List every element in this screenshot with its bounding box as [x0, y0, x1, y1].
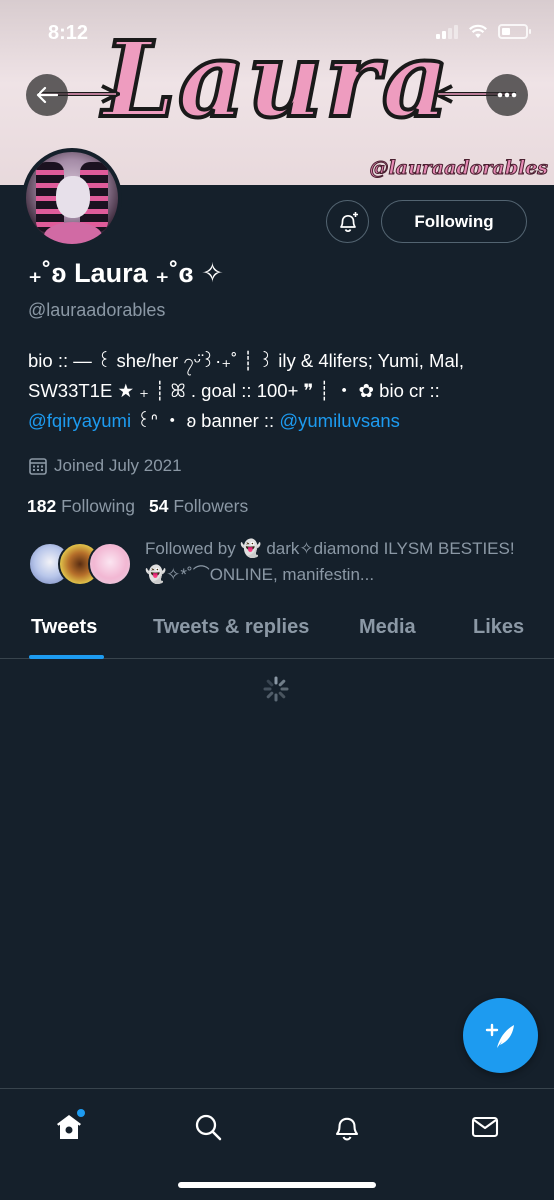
tab-media[interactable]: Media: [359, 616, 416, 639]
nav-notifications[interactable]: [325, 1105, 369, 1149]
followers-count: 54: [149, 496, 169, 516]
followed-by-text: Followed by 👻 dark✧diamond ILYSM BESTIES…: [145, 539, 515, 584]
status-bar: 8:12: [0, 0, 554, 60]
profile-tabs: Tweets Tweets & replies Media Likes: [0, 608, 554, 659]
bell-plus-icon: [339, 211, 358, 232]
back-button[interactable]: [26, 74, 68, 116]
bio-mention-link[interactable]: @yumiluvsans: [279, 410, 400, 431]
status-time: 8:12: [48, 22, 89, 44]
tab-tweets[interactable]: Tweets: [31, 616, 97, 639]
arrow-left-icon: [36, 86, 58, 104]
profile-bio: bio :: ― ꒰ she/her ၇ᵕ̈꒱·₊˚ ┊ ꒱ ily & 4li…: [28, 346, 534, 436]
nav-messages[interactable]: [463, 1105, 507, 1149]
followed-by[interactable]: Followed by 👻 dark✧diamond ILYSM BESTIES…: [28, 536, 528, 592]
followed-by-avatars: [28, 542, 138, 586]
followers-label: Followers: [173, 496, 249, 516]
notification-dot: [77, 1109, 85, 1117]
follow-counts: 182 Following 54 Followers: [27, 496, 248, 517]
joined-date: Joined July 2021: [28, 456, 182, 476]
active-tab-indicator: [29, 655, 104, 659]
compose-tweet-button[interactable]: [463, 998, 538, 1073]
following-count: 182: [27, 496, 57, 516]
more-options-button[interactable]: [486, 74, 528, 116]
home-indicator: [178, 1182, 376, 1188]
signal-icon: [436, 24, 458, 39]
following-button[interactable]: Following: [381, 200, 527, 243]
notification-subscribe-button[interactable]: [326, 200, 369, 243]
avatar: [88, 542, 132, 586]
bell-icon: [335, 1117, 359, 1141]
calendar-icon: [29, 458, 47, 475]
wifi-icon: [469, 24, 487, 38]
bio-text-line1: bio :: ― ꒰ she/her ၇ᵕ̈꒱·₊˚ ┊ ꒱ ily & 4li…: [28, 350, 465, 371]
compose-feather-icon: [485, 1023, 514, 1048]
tab-tweets-replies[interactable]: Tweets & replies: [153, 616, 309, 639]
following-count-link[interactable]: 182 Following: [27, 496, 135, 517]
banner-watermark: @lauraadorables: [369, 157, 549, 180]
profile-handle: @lauraadorables: [28, 300, 166, 320]
joined-text: Joined July 2021: [54, 456, 182, 475]
search-icon: [195, 1114, 222, 1141]
battery-icon: [498, 24, 531, 39]
following-label: Following: [61, 496, 136, 516]
more-icon: [497, 92, 517, 98]
nav-search[interactable]: [186, 1105, 230, 1149]
bio-mention-link[interactable]: @fqiryayumi: [28, 410, 131, 431]
display-name: ₊˚ʚ Laura ₊˚ɞ ✧: [28, 258, 224, 288]
nav-home[interactable]: [47, 1105, 91, 1149]
loading-spinner-icon: [263, 676, 289, 702]
mail-icon: [471, 1116, 499, 1138]
profile-avatar[interactable]: [22, 148, 122, 248]
bio-text-line2: SW33T1E ★ ₊ ┊ ꕤ . goal :: 100+ ❞ ┊ ・ ✿ b…: [28, 380, 440, 401]
status-icons: [436, 24, 531, 39]
tab-likes[interactable]: Likes: [473, 616, 524, 639]
followers-count-link[interactable]: 54 Followers: [149, 496, 248, 517]
bio-text-mid: ꒰ᐢ ・ ʚ banner ::: [131, 410, 280, 431]
